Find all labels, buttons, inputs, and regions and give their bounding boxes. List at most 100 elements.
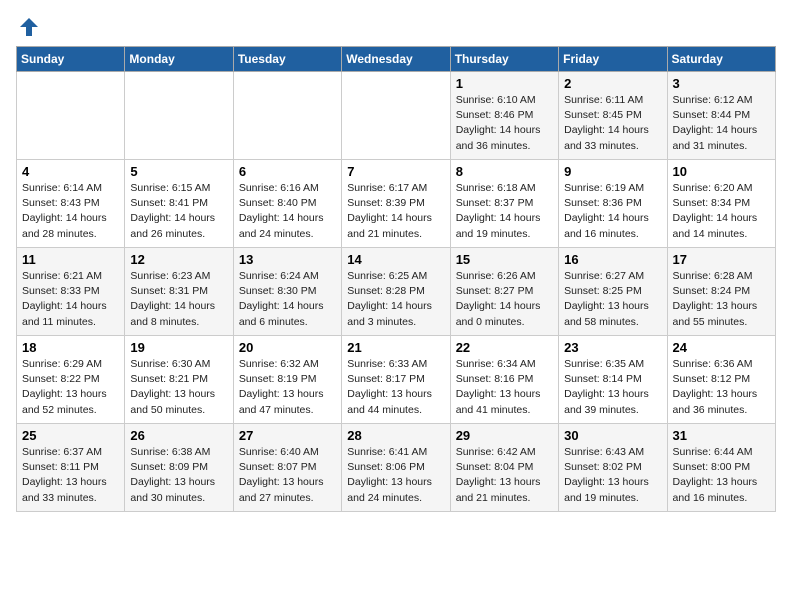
- calendar-cell: 19 Sunrise: 6:30 AM Sunset: 8:21 PM Dayli…: [125, 336, 233, 424]
- calendar-cell: 17 Sunrise: 6:28 AM Sunset: 8:24 PM Dayli…: [667, 248, 775, 336]
- day-number: 4: [22, 164, 119, 179]
- calendar-cell: 20 Sunrise: 6:32 AM Sunset: 8:19 PM Dayli…: [233, 336, 341, 424]
- calendar-cell: 8 Sunrise: 6:18 AM Sunset: 8:37 PM Daylig…: [450, 160, 558, 248]
- weekday-header: Sunday: [17, 47, 125, 72]
- day-number: 25: [22, 428, 119, 443]
- day-info: Sunrise: 6:37 AM Sunset: 8:11 PM Dayligh…: [22, 446, 107, 504]
- day-info: Sunrise: 6:16 AM Sunset: 8:40 PM Dayligh…: [239, 182, 324, 240]
- logo: [16, 16, 40, 34]
- day-info: Sunrise: 6:27 AM Sunset: 8:25 PM Dayligh…: [564, 270, 649, 328]
- day-number: 31: [673, 428, 770, 443]
- calendar-cell: [233, 72, 341, 160]
- day-info: Sunrise: 6:29 AM Sunset: 8:22 PM Dayligh…: [22, 358, 107, 416]
- day-number: 19: [130, 340, 227, 355]
- calendar-cell: 9 Sunrise: 6:19 AM Sunset: 8:36 PM Daylig…: [559, 160, 667, 248]
- calendar-cell: 23Sunrise: 6:35 AM Sunset: 8:14 PM Dayli…: [559, 336, 667, 424]
- calendar-cell: 4 Sunrise: 6:14 AM Sunset: 8:43 PM Daylig…: [17, 160, 125, 248]
- day-number: 6: [239, 164, 336, 179]
- calendar-cell: 21 Sunrise: 6:33 AM Sunset: 8:17 PM Dayli…: [342, 336, 450, 424]
- day-number: 30: [564, 428, 661, 443]
- calendar-cell: 10Sunrise: 6:20 AM Sunset: 8:34 PM Dayli…: [667, 160, 775, 248]
- day-info: Sunrise: 6:14 AM Sunset: 8:43 PM Dayligh…: [22, 182, 107, 240]
- day-number: 15: [456, 252, 553, 267]
- calendar-cell: 5 Sunrise: 6:15 AM Sunset: 8:41 PM Daylig…: [125, 160, 233, 248]
- weekday-header: Thursday: [450, 47, 558, 72]
- day-number: 2: [564, 76, 661, 91]
- day-number: 3: [673, 76, 770, 91]
- day-info: Sunrise: 6:33 AM Sunset: 8:17 PM Dayligh…: [347, 358, 432, 416]
- calendar-cell: 22Sunrise: 6:34 AM Sunset: 8:16 PM Dayli…: [450, 336, 558, 424]
- day-info: Sunrise: 6:30 AM Sunset: 8:21 PM Dayligh…: [130, 358, 215, 416]
- day-info: Sunrise: 6:26 AM Sunset: 8:27 PM Dayligh…: [456, 270, 541, 328]
- calendar-cell: 1Sunrise: 6:10 AM Sunset: 8:46 PM Daylig…: [450, 72, 558, 160]
- day-number: 17: [673, 252, 770, 267]
- calendar-cell: 24Sunrise: 6:36 AM Sunset: 8:12 PM Dayli…: [667, 336, 775, 424]
- calendar-cell: [125, 72, 233, 160]
- day-number: 10: [673, 164, 770, 179]
- day-number: 5: [130, 164, 227, 179]
- logo-icon: [18, 16, 40, 38]
- day-number: 8: [456, 164, 553, 179]
- day-info: Sunrise: 6:43 AM Sunset: 8:02 PM Dayligh…: [564, 446, 649, 504]
- calendar-week-row: 25 Sunrise: 6:37 AM Sunset: 8:11 PM Dayli…: [17, 424, 776, 512]
- calendar-week-row: 4 Sunrise: 6:14 AM Sunset: 8:43 PM Daylig…: [17, 160, 776, 248]
- day-info: Sunrise: 6:28 AM Sunset: 8:24 PM Dayligh…: [673, 270, 758, 328]
- calendar-cell: 2 Sunrise: 6:11 AM Sunset: 8:45 PM Daylig…: [559, 72, 667, 160]
- calendar-cell: 12 Sunrise: 6:23 AM Sunset: 8:31 PM Dayli…: [125, 248, 233, 336]
- day-info: Sunrise: 6:21 AM Sunset: 8:33 PM Dayligh…: [22, 270, 107, 328]
- calendar-cell: 25 Sunrise: 6:37 AM Sunset: 8:11 PM Dayli…: [17, 424, 125, 512]
- calendar-week-row: 11Sunrise: 6:21 AM Sunset: 8:33 PM Dayli…: [17, 248, 776, 336]
- day-info: Sunrise: 6:40 AM Sunset: 8:07 PM Dayligh…: [239, 446, 324, 504]
- weekday-header: Monday: [125, 47, 233, 72]
- calendar-cell: 11Sunrise: 6:21 AM Sunset: 8:33 PM Dayli…: [17, 248, 125, 336]
- day-info: Sunrise: 6:38 AM Sunset: 8:09 PM Dayligh…: [130, 446, 215, 504]
- day-info: Sunrise: 6:32 AM Sunset: 8:19 PM Dayligh…: [239, 358, 324, 416]
- calendar-cell: 26 Sunrise: 6:38 AM Sunset: 8:09 PM Dayli…: [125, 424, 233, 512]
- day-info: Sunrise: 6:11 AM Sunset: 8:45 PM Dayligh…: [564, 94, 649, 152]
- day-number: 22: [456, 340, 553, 355]
- calendar-cell: 30 Sunrise: 6:43 AM Sunset: 8:02 PM Dayli…: [559, 424, 667, 512]
- day-number: 18: [22, 340, 119, 355]
- day-number: 12: [130, 252, 227, 267]
- day-number: 21: [347, 340, 444, 355]
- day-number: 20: [239, 340, 336, 355]
- calendar-table: SundayMondayTuesdayWednesdayThursdayFrid…: [16, 46, 776, 512]
- calendar-cell: 7 Sunrise: 6:17 AM Sunset: 8:39 PM Daylig…: [342, 160, 450, 248]
- calendar-cell: 29Sunrise: 6:42 AM Sunset: 8:04 PM Dayli…: [450, 424, 558, 512]
- day-info: Sunrise: 6:23 AM Sunset: 8:31 PM Dayligh…: [130, 270, 215, 328]
- day-info: Sunrise: 6:15 AM Sunset: 8:41 PM Dayligh…: [130, 182, 215, 240]
- calendar-cell: 15 Sunrise: 6:26 AM Sunset: 8:27 PM Dayli…: [450, 248, 558, 336]
- day-info: Sunrise: 6:12 AM Sunset: 8:44 PM Dayligh…: [673, 94, 758, 152]
- calendar-week-row: 1Sunrise: 6:10 AM Sunset: 8:46 PM Daylig…: [17, 72, 776, 160]
- day-number: 28: [347, 428, 444, 443]
- day-number: 14: [347, 252, 444, 267]
- day-info: Sunrise: 6:10 AM Sunset: 8:46 PM Dayligh…: [456, 94, 541, 152]
- day-number: 24: [673, 340, 770, 355]
- weekday-header: Friday: [559, 47, 667, 72]
- calendar-cell: 6 Sunrise: 6:16 AM Sunset: 8:40 PM Daylig…: [233, 160, 341, 248]
- day-number: 7: [347, 164, 444, 179]
- day-info: Sunrise: 6:25 AM Sunset: 8:28 PM Dayligh…: [347, 270, 432, 328]
- calendar-body: 1Sunrise: 6:10 AM Sunset: 8:46 PM Daylig…: [17, 72, 776, 512]
- day-number: 26: [130, 428, 227, 443]
- calendar-cell: 14 Sunrise: 6:25 AM Sunset: 8:28 PM Dayli…: [342, 248, 450, 336]
- day-info: Sunrise: 6:44 AM Sunset: 8:00 PM Dayligh…: [673, 446, 758, 504]
- day-number: 16: [564, 252, 661, 267]
- day-number: 13: [239, 252, 336, 267]
- calendar-week-row: 18 Sunrise: 6:29 AM Sunset: 8:22 PM Dayli…: [17, 336, 776, 424]
- header: [16, 16, 776, 34]
- calendar-cell: 18 Sunrise: 6:29 AM Sunset: 8:22 PM Dayli…: [17, 336, 125, 424]
- day-info: Sunrise: 6:24 AM Sunset: 8:30 PM Dayligh…: [239, 270, 324, 328]
- day-number: 29: [456, 428, 553, 443]
- weekday-header: Tuesday: [233, 47, 341, 72]
- calendar-cell: 3 Sunrise: 6:12 AM Sunset: 8:44 PM Daylig…: [667, 72, 775, 160]
- calendar-cell: 28Sunrise: 6:41 AM Sunset: 8:06 PM Dayli…: [342, 424, 450, 512]
- day-info: Sunrise: 6:19 AM Sunset: 8:36 PM Dayligh…: [564, 182, 649, 240]
- day-info: Sunrise: 6:17 AM Sunset: 8:39 PM Dayligh…: [347, 182, 432, 240]
- day-number: 23: [564, 340, 661, 355]
- day-number: 9: [564, 164, 661, 179]
- weekday-header: Wednesday: [342, 47, 450, 72]
- day-info: Sunrise: 6:18 AM Sunset: 8:37 PM Dayligh…: [456, 182, 541, 240]
- calendar-cell: 27Sunrise: 6:40 AM Sunset: 8:07 PM Dayli…: [233, 424, 341, 512]
- calendar-cell: 13 Sunrise: 6:24 AM Sunset: 8:30 PM Dayli…: [233, 248, 341, 336]
